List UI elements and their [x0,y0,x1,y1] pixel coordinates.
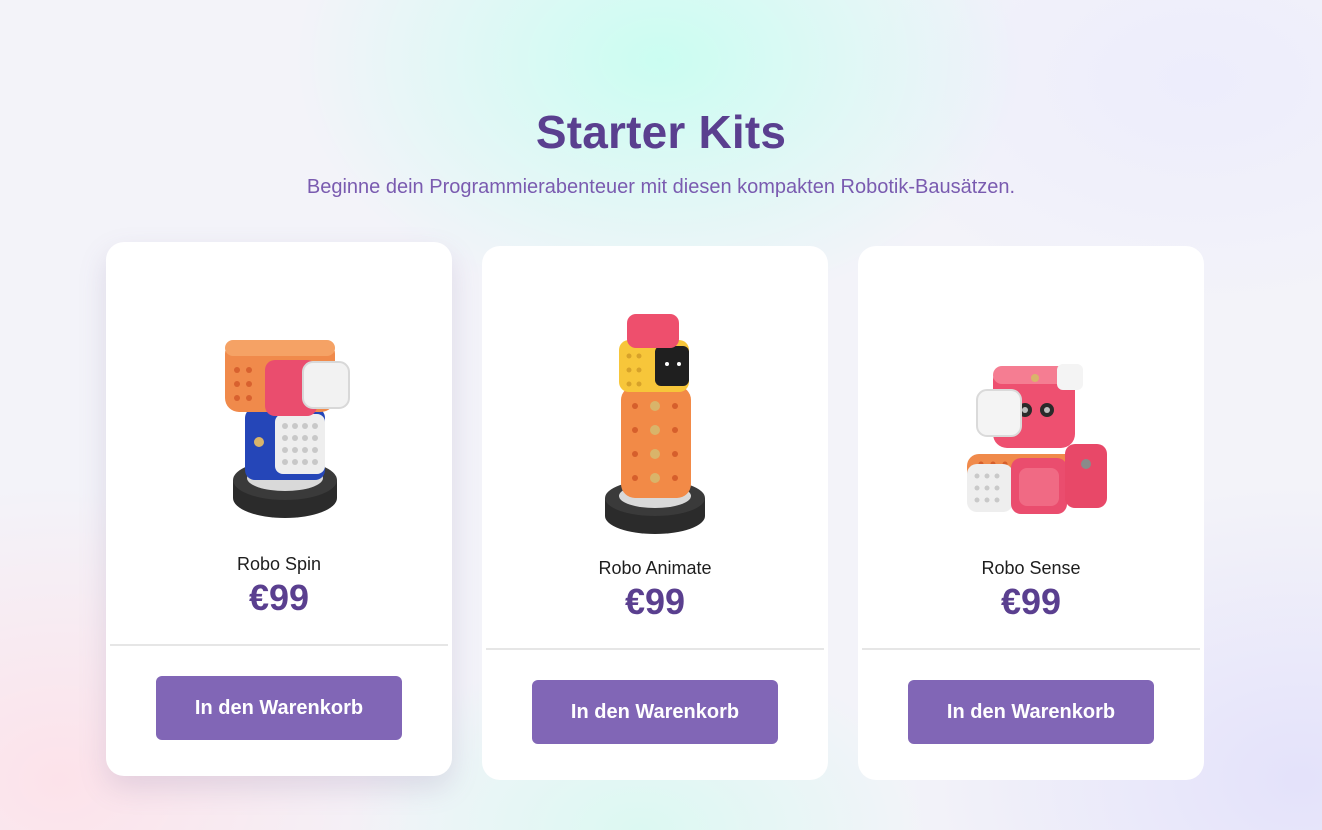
card-divider [862,648,1200,650]
product-name: Robo Spin [236,554,322,574]
product-card-robo-animate[interactable]: Robo Animate €99 In den Warenkorb [482,246,828,780]
card-divider [486,648,824,650]
add-to-cart-button[interactable]: In den Warenkorb [532,680,778,744]
product-price: €99 [1000,581,1062,622]
product-name: Robo Sense [981,558,1081,578]
product-name: Robo Animate [598,558,712,578]
add-to-cart-button[interactable]: In den Warenkorb [908,680,1154,744]
card-divider [110,644,448,646]
robo-sense-image[interactable] [931,294,1131,534]
product-price: €99 [624,581,686,622]
page-title: Starter Kits [535,106,787,158]
product-card-robo-spin[interactable]: Robo Spin €99 In den Warenkorb [106,242,452,776]
product-card-robo-sense[interactable]: Robo Sense €99 In den Warenkorb [858,246,1204,780]
page-subtitle: Beginne dein Programmierabenteuer mit di… [306,176,1016,198]
section-header: Starter Kits Beginne dein Programmierabe… [0,104,1322,200]
robo-animate-image[interactable] [555,294,755,534]
product-price: €99 [248,577,310,618]
robo-spin-image[interactable] [179,290,379,530]
add-to-cart-button[interactable]: In den Warenkorb [156,676,402,740]
